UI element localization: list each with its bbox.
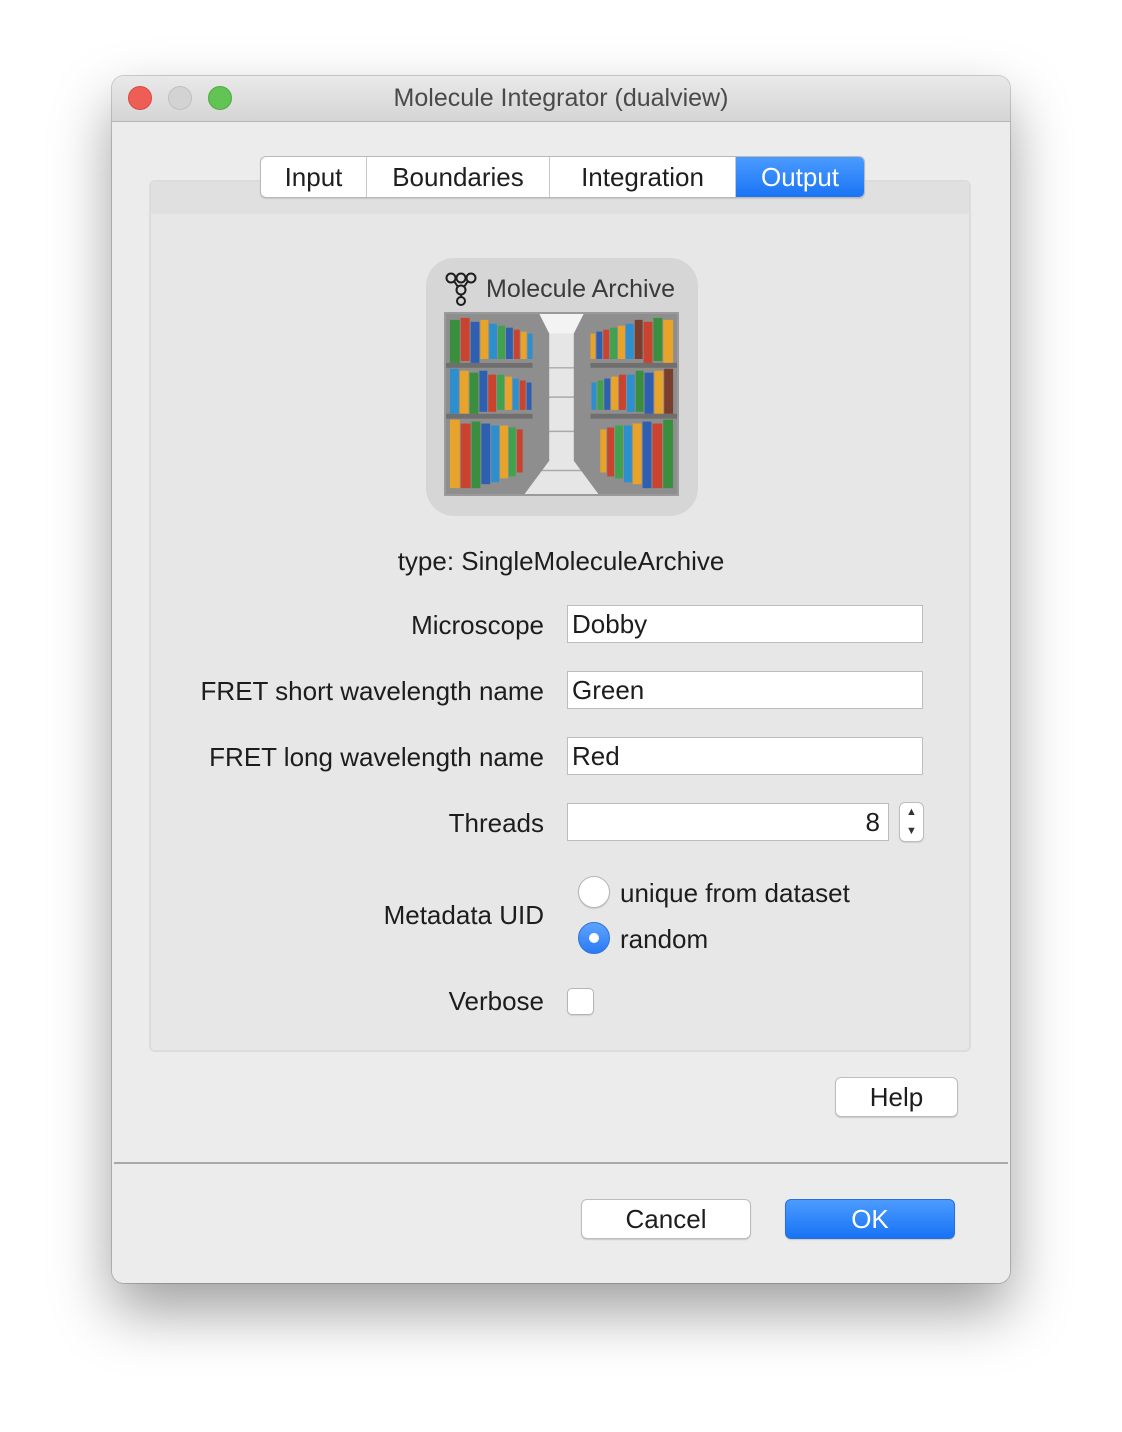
ok-button[interactable]: OK bbox=[785, 1199, 955, 1239]
radio-random[interactable] bbox=[578, 922, 610, 954]
radio-unique-from-dataset-label[interactable]: unique from dataset bbox=[620, 878, 850, 909]
fret-short-wavelength-label: FRET short wavelength name bbox=[200, 676, 544, 706]
archive-type-label: type: SingleMoleculeArchive bbox=[397, 546, 725, 576]
chevron-down-icon[interactable]: ▼ bbox=[900, 822, 923, 841]
verbose-label: Verbose bbox=[448, 986, 544, 1016]
fret-short-wavelength-field[interactable]: Green bbox=[567, 671, 923, 709]
cancel-button[interactable]: Cancel bbox=[581, 1199, 751, 1239]
radio-unique-from-dataset[interactable] bbox=[578, 876, 610, 908]
archive-title: Molecule Archive bbox=[486, 274, 675, 303]
tab-integration[interactable]: Integration bbox=[550, 157, 736, 197]
archive-header: Molecule Archive bbox=[444, 272, 675, 306]
fret-long-wavelength-label: FRET long wavelength name bbox=[209, 742, 544, 772]
verbose-checkbox[interactable] bbox=[567, 988, 594, 1015]
tab-boundaries[interactable]: Boundaries bbox=[367, 157, 550, 197]
dialog-content: Input Boundaries Integration Output Mole… bbox=[114, 122, 1008, 1164]
molecule-archive-card: Molecule Archive bbox=[426, 258, 698, 516]
title-bar[interactable]: Molecule Integrator (dualview) bbox=[112, 76, 1010, 122]
threads-field[interactable]: 8 bbox=[567, 803, 889, 841]
molecule-icon bbox=[445, 272, 477, 306]
radio-random-label[interactable]: random bbox=[620, 924, 708, 955]
window-title: Molecule Integrator (dualview) bbox=[393, 84, 729, 112]
fret-long-wavelength-field[interactable]: Red bbox=[567, 737, 923, 775]
dialog-footer: Cancel OK bbox=[112, 1164, 1010, 1283]
threads-label: Threads bbox=[448, 808, 544, 838]
tab-output[interactable]: Output bbox=[736, 157, 864, 197]
microscope-label: Microscope bbox=[411, 610, 544, 640]
microscope-field[interactable]: Dobby bbox=[567, 605, 923, 643]
tab-input[interactable]: Input bbox=[261, 157, 367, 197]
archive-bookshelf-image bbox=[444, 312, 679, 496]
threads-stepper[interactable]: ▲ ▼ bbox=[899, 802, 924, 842]
tab-bar: Input Boundaries Integration Output bbox=[260, 156, 865, 198]
chevron-up-icon[interactable]: ▲ bbox=[900, 803, 923, 822]
dialog-window: Molecule Integrator (dualview) Input Bou… bbox=[112, 76, 1010, 1283]
metadata-uid-label: Metadata UID bbox=[383, 900, 544, 930]
help-button[interactable]: Help bbox=[835, 1077, 958, 1117]
